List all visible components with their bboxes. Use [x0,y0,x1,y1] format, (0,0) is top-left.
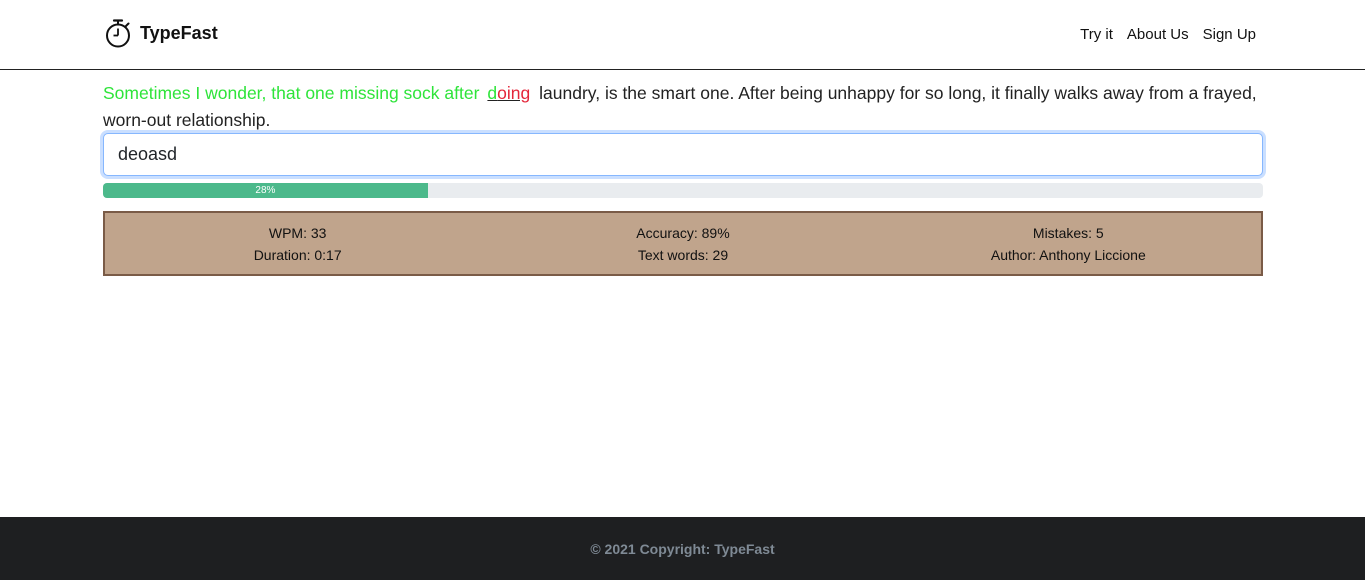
quote-text: Sometimes I wonder, that one missing soc… [103,80,1263,134]
nav-about-us-link[interactable]: About Us [1127,26,1189,43]
nav-try-it-link[interactable]: Try it [1080,26,1113,43]
navbar: TypeFast Try it About Us Sign Up [0,0,1365,70]
typing-input[interactable] [103,133,1263,176]
footer-copyright: © 2021 Copyright: TypeFast [590,540,775,557]
nav-sign-up-link[interactable]: Sign Up [1203,26,1256,43]
text-words-stat: Text words: 29 [637,246,729,263]
current-word-error: oing [497,83,531,103]
duration-stat: Duration: 0:17 [253,246,342,263]
stopwatch-icon [104,18,132,48]
stats-column-speed: WPM: 33 Duration: 0:17 [105,213,490,274]
stats-column-mistakes: Mistakes: 5 Author: Anthony Liccione [876,213,1261,274]
accuracy-stat: Accuracy: 89% [636,224,730,241]
brand-logo[interactable]: TypeFast [104,18,218,48]
author-stat: Author: Anthony Liccione [990,246,1146,263]
brand-name: TypeFast [140,22,218,43]
footer: © 2021 Copyright: TypeFast [0,517,1365,580]
mistakes-stat: Mistakes: 5 [1032,224,1104,241]
current-word-correct: d [487,83,498,103]
stats-panel: WPM: 33 Duration: 0:17 Accuracy: 89% Tex… [103,211,1263,276]
stats-column-accuracy: Accuracy: 89% Text words: 29 [490,213,875,274]
progress-bar: 28% [103,183,428,198]
nav-links: Try it About Us Sign Up [1080,26,1256,43]
current-word: doing [487,83,530,103]
wpm-stat: WPM: 33 [268,224,327,241]
progress-track: 28% [103,183,1263,198]
typed-text: Sometimes I wonder, that one missing soc… [103,83,480,103]
